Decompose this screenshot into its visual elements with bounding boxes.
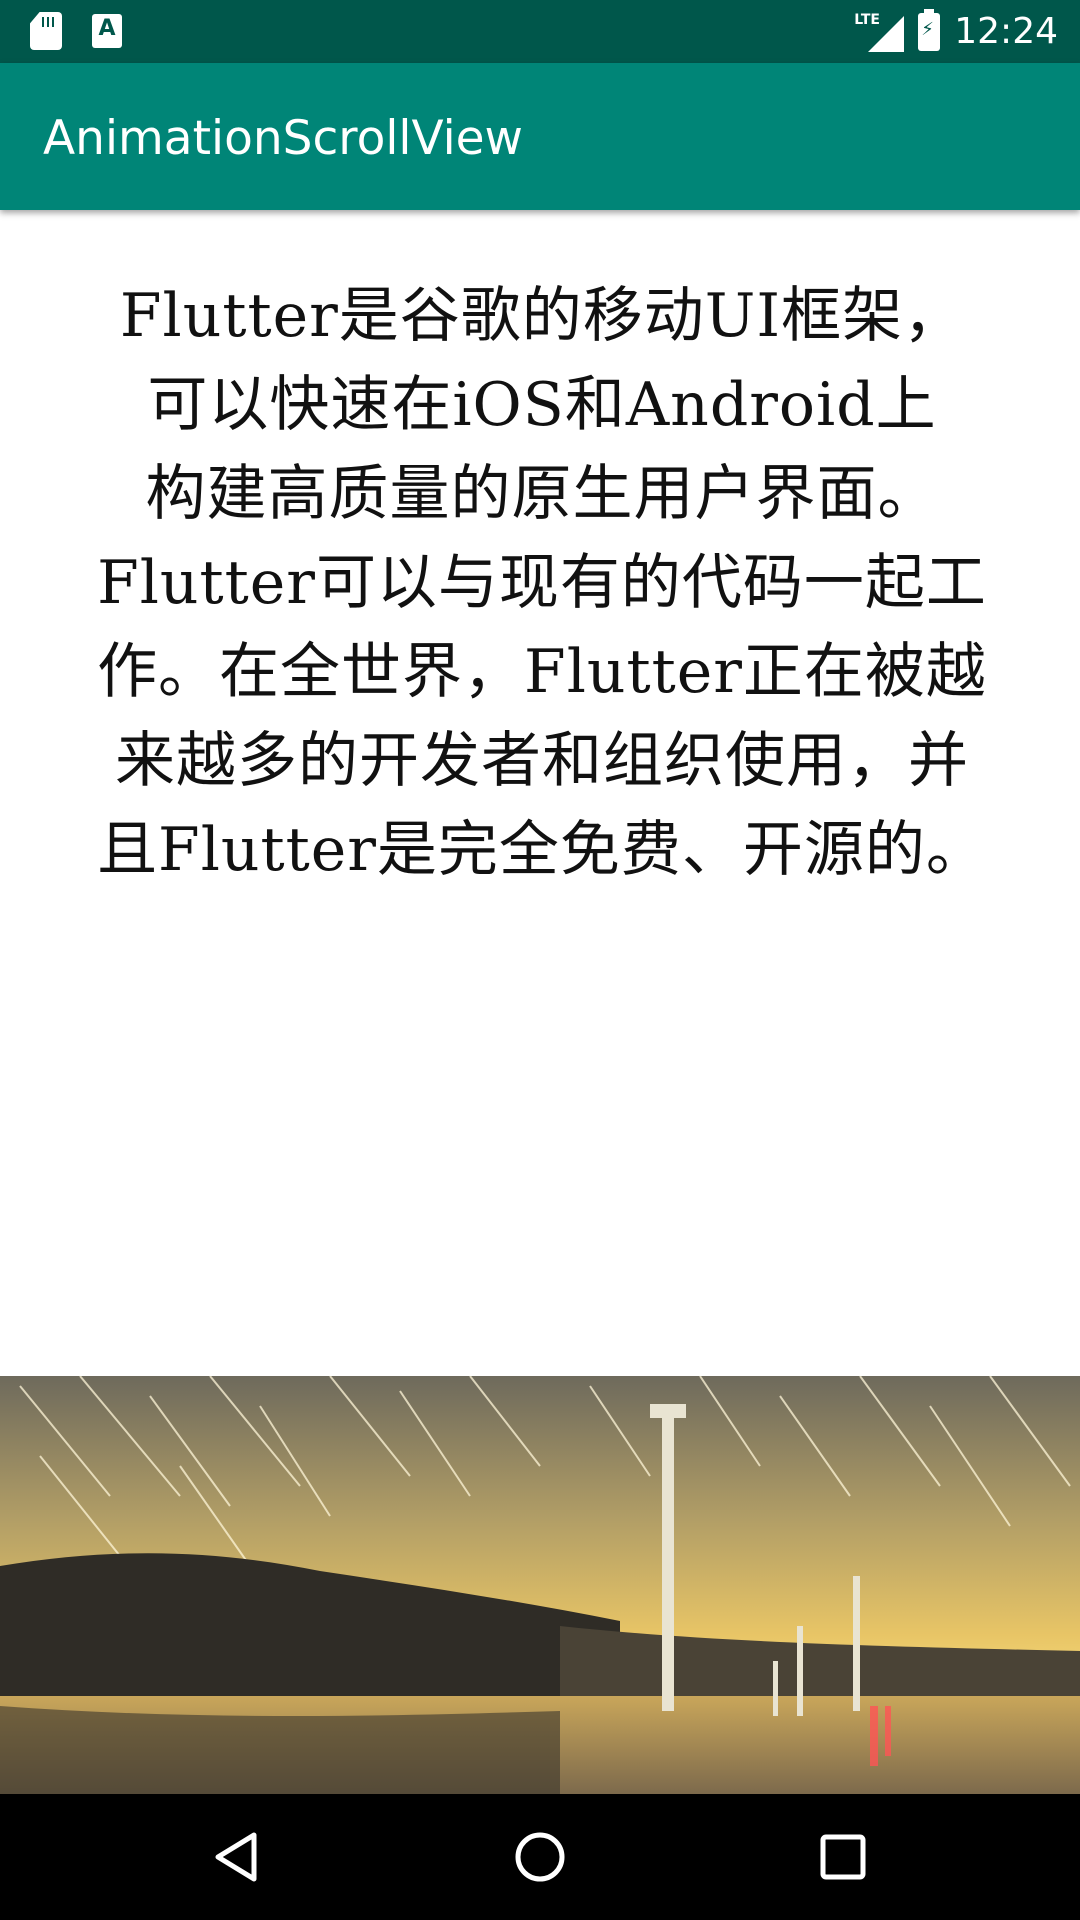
battery-charging-icon	[918, 8, 941, 51]
text-line: Flutter可以与现有的代码一起工	[97, 548, 987, 618]
app-title: AnimationScrollView	[43, 111, 523, 166]
text-line: 作。在全世界，Flutter正在被越	[97, 637, 987, 707]
text-line: Flutter是谷歌的移动UI框架，	[119, 281, 965, 351]
accessibility-a-icon: A	[92, 14, 122, 48]
home-button[interactable]	[460, 1794, 620, 1920]
text-line: 可以快速在iOS和Android上	[147, 370, 937, 440]
recents-icon	[820, 1834, 866, 1880]
status-bar: A LTE 12:24	[0, 0, 1080, 63]
sd-card-icon	[30, 12, 62, 50]
text-line: 构建高质量的原生用户界面。	[145, 459, 939, 529]
status-right-icons: LTE 12:24	[854, 0, 1058, 63]
photo-illustration	[0, 1376, 1080, 1794]
text-line: 来越多的开发者和组织使用，并	[115, 726, 969, 796]
status-clock: 12:24	[954, 11, 1058, 52]
status-left-icons: A	[30, 12, 122, 50]
scroll-content-text: Flutter是谷歌的移动UI框架， 可以快速在iOS和Android上 构建高…	[62, 272, 1022, 895]
navigation-bar	[0, 1794, 1080, 1920]
back-button[interactable]	[158, 1794, 318, 1920]
text-line: 且Flutter是完全免费、开源的。	[97, 815, 987, 885]
recents-button[interactable]	[763, 1794, 923, 1920]
signal-strength-icon	[868, 15, 905, 52]
app-bar: AnimationScrollView	[0, 63, 1080, 210]
star-trail-windmill-photo	[0, 1376, 1080, 1794]
lte-signal-icon: LTE	[854, 12, 905, 52]
home-icon	[515, 1832, 565, 1882]
back-icon	[215, 1832, 257, 1882]
